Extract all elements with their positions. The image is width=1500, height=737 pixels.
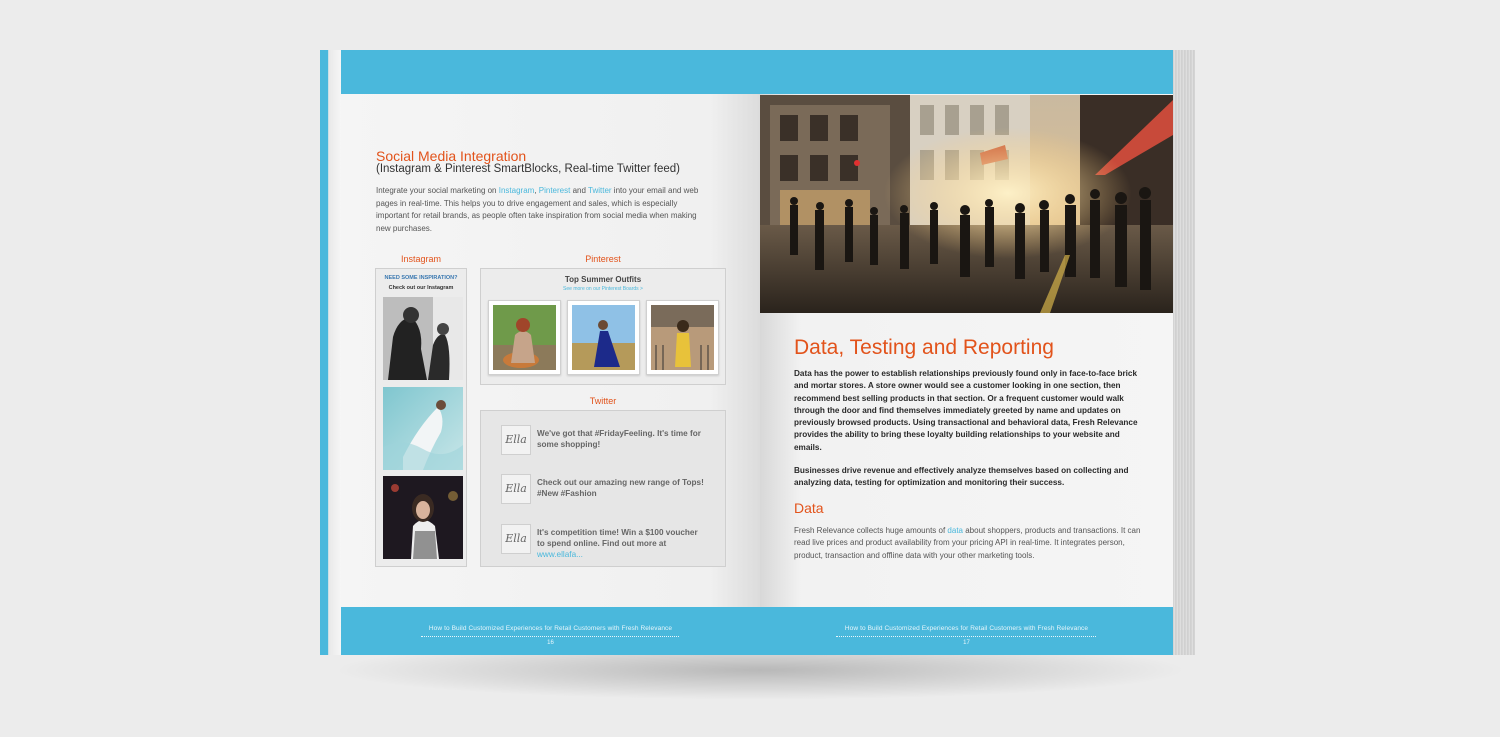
right-footer-text: How to Build Customized Experiences for …	[844, 625, 1089, 632]
instagram-block: NEED SOME INSPIRATION? Check out our Ins…	[375, 268, 467, 567]
instagram-header-line1: NEED SOME INSPIRATION?	[384, 275, 458, 281]
tweet-text: We've got that #FridayFeeling. It's time…	[537, 429, 701, 449]
tweet-text: Check out our amazing new range of Tops!…	[537, 478, 704, 498]
tweet-2[interactable]: Ella Check out our amazing new range of …	[501, 474, 716, 506]
pinterest-label: Pinterest	[585, 254, 621, 264]
tweet-1[interactable]: Ella We've got that #FridayFeeling. It's…	[501, 425, 716, 457]
twitter-label: Twitter	[589, 396, 617, 406]
right-top-band	[760, 50, 1173, 94]
ella-avatar: Ella	[501, 474, 531, 504]
twitter-link[interactable]: Twitter	[588, 186, 612, 195]
book-spine-edge-left	[320, 50, 341, 655]
book-page-stack-right	[1173, 50, 1195, 655]
data-intro-paragraph: Data has the power to establish relation…	[794, 369, 1138, 452]
instagram-photo-woman[interactable]	[383, 476, 463, 559]
left-top-band	[341, 50, 760, 94]
instagram-link[interactable]: Instagram	[499, 186, 535, 195]
pinterest-pin-3[interactable]	[646, 300, 719, 375]
social-media-heading: Social Media Integration	[376, 148, 527, 164]
pinterest-block: Top Summer Outfits See more on our Pinte…	[480, 268, 726, 385]
left-page-number: 16	[547, 640, 554, 646]
pin-photo-3	[651, 305, 714, 370]
tweet-text: It's competition time! Win a $100 vouche…	[537, 528, 698, 559]
social-media-intro: Integrate your social marketing on Insta…	[376, 186, 699, 233]
pinterest-pin-2[interactable]	[567, 300, 640, 375]
twitter-feed: Ella We've got that #FridayFeeling. It's…	[480, 410, 726, 567]
pinterest-pin-1[interactable]	[488, 300, 561, 375]
right-page: Data, Testing and Reporting Data has the…	[760, 50, 1173, 655]
instagram-header-line2: Check out our Instagram	[388, 285, 454, 291]
pin-photo-1	[493, 305, 556, 370]
left-page: Social Media Integration (Instagram & Pi…	[341, 50, 760, 655]
tweet-link[interactable]: www.ellafa...	[537, 550, 583, 559]
instagram-photo-water[interactable]	[383, 387, 463, 470]
right-page-number: 17	[963, 640, 970, 646]
street-scene-photo	[760, 95, 1173, 313]
pinterest-title: Top Summer Outfits	[564, 275, 642, 284]
data-subheading: Data	[794, 500, 824, 516]
pin-photo-2	[572, 305, 635, 370]
data-description: Fresh Relevance collects huge amounts of…	[794, 526, 1141, 560]
right-footer-dots	[836, 636, 1096, 637]
pinterest-boards-link[interactable]: See more on our Pinterest Boards >	[481, 286, 725, 292]
ella-avatar: Ella	[501, 425, 531, 455]
pinterest-link[interactable]: Pinterest	[539, 186, 571, 195]
right-footer-band: How to Build Customized Experiences for …	[760, 607, 1173, 655]
data-testing-reporting-heading: Data, Testing and Reporting	[794, 336, 1054, 359]
left-footer-text: How to Build Customized Experiences for …	[428, 625, 673, 632]
ella-avatar: Ella	[501, 524, 531, 554]
data-revenue-paragraph: Businesses drive revenue and effectively…	[794, 466, 1129, 488]
left-footer-dots	[421, 636, 679, 637]
data-link[interactable]: data	[947, 526, 963, 535]
tweet-3[interactable]: Ella It's competition time! Win a $100 v…	[501, 524, 716, 559]
left-footer-band: How to Build Customized Experiences for …	[341, 607, 760, 655]
instagram-label: Instagram	[400, 254, 442, 264]
instagram-photo-bw[interactable]	[383, 297, 463, 380]
social-media-subheading: (Instagram & Pinterest SmartBlocks, Real…	[376, 163, 680, 175]
